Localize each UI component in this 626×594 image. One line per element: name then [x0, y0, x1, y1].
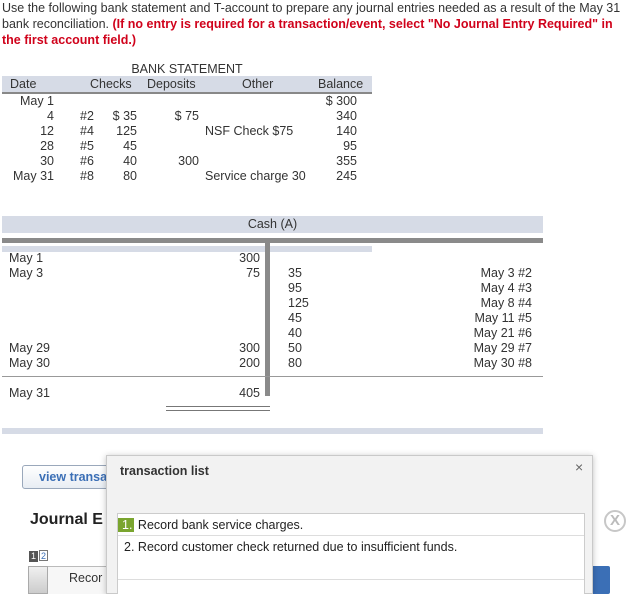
- transaction-list-popup: transaction list × 1. Record bank servic…: [106, 455, 593, 594]
- row-check-number: #4: [80, 124, 94, 138]
- transaction-item-1[interactable]: 1. Record bank service charges.: [118, 514, 584, 536]
- credit-amount: 35: [288, 266, 302, 280]
- t-account-title: Cash (A): [2, 216, 543, 233]
- page-2-button[interactable]: 2: [39, 550, 48, 561]
- row-check-number: #6: [80, 154, 94, 168]
- t-account-top-bar: [2, 238, 543, 243]
- row-deposit: $ 75: [174, 109, 199, 123]
- t-account-double-line-2: [166, 410, 270, 411]
- credit-reference: May 3 #2: [480, 266, 532, 280]
- row-check-amount: 40: [123, 154, 137, 168]
- close-panel-icon[interactable]: X: [604, 510, 626, 532]
- bank-statement: BANK STATEMENT Date Checks Deposits Othe…: [2, 62, 372, 252]
- header-checks: Checks: [90, 77, 132, 91]
- t-account-footer-band: [2, 428, 543, 434]
- credit-reference: May 30 #8: [473, 356, 532, 370]
- row-date: 12: [40, 124, 54, 138]
- row-check-amount: $ 35: [112, 109, 137, 123]
- bank-statement-title: BANK STATEMENT: [131, 62, 243, 76]
- row-check-amount: 125: [116, 124, 137, 138]
- credit-amount: 125: [288, 296, 309, 310]
- instructions: Use the following bank statement and T-a…: [2, 0, 622, 48]
- debit-amount: 405: [239, 386, 260, 400]
- debit-amount: 200: [239, 356, 260, 370]
- row-balance: $ 300: [325, 94, 357, 108]
- item-2-text: Record customer check returned due to in…: [137, 540, 458, 554]
- row-check-amount: 45: [123, 139, 137, 153]
- credit-amount: 40: [288, 326, 302, 340]
- row-date: 28: [40, 139, 54, 153]
- row-check-number: #2: [80, 109, 94, 123]
- row-date: May 1: [19, 94, 54, 108]
- row-check-number: #8: [80, 169, 94, 183]
- credit-reference: May 21 #6: [473, 326, 532, 340]
- row-other: Service charge 30: [205, 169, 306, 183]
- t-account-total-line: [2, 376, 543, 377]
- debit-date: May 29: [9, 341, 50, 355]
- bank-header-divider: [2, 92, 372, 94]
- pager: 12: [29, 546, 49, 564]
- credit-reference: May 29 #7: [473, 341, 532, 355]
- header-other: Other: [242, 77, 274, 91]
- header-date: Date: [10, 77, 37, 91]
- credit-reference: May 11 #5: [474, 311, 532, 325]
- item-2-number: 2.: [124, 540, 135, 554]
- journal-entry-title: Journal E: [30, 511, 103, 528]
- credit-amount: 80: [288, 356, 302, 370]
- cash-t-account: Cash (A) May 1 300 May 3 75 May 29 300 May 30 2…: [2, 216, 543, 434]
- t-account-double-line: [166, 406, 270, 407]
- header-balance: Balance: [318, 77, 364, 91]
- page-1-button[interactable]: 1: [29, 551, 38, 562]
- debit-amount: 300: [239, 251, 260, 265]
- debit-date: May 1: [9, 251, 44, 265]
- t-account-vertical-bar: [265, 243, 270, 396]
- item-1-number: 1.: [118, 518, 135, 532]
- credit-amount: 45: [288, 311, 302, 325]
- debit-date: May 30: [9, 356, 50, 370]
- debit-amount: 300: [239, 341, 260, 355]
- row-date: May 31: [13, 169, 54, 183]
- row-check-amount: 80: [123, 169, 137, 183]
- row-balance: 140: [336, 124, 357, 138]
- prev-arrow-button[interactable]: [28, 566, 48, 594]
- debit-date: May 31: [9, 386, 50, 400]
- next-arrow-button[interactable]: [590, 566, 610, 594]
- credit-reference: May 8 #4: [480, 296, 532, 310]
- row-balance: 95: [343, 139, 357, 153]
- row-deposit: 300: [178, 154, 199, 168]
- row-balance: 340: [336, 109, 357, 123]
- row-check-number: #5: [80, 139, 94, 153]
- row-balance: 245: [336, 169, 357, 183]
- row-other: NSF Check $75: [205, 124, 294, 138]
- credit-amount: 95: [288, 281, 302, 295]
- transaction-list: 1. Record bank service charges. 2. Recor…: [117, 513, 585, 594]
- transaction-item-2[interactable]: 2. Record customer check returned due to…: [118, 536, 584, 580]
- popup-title: transaction list: [120, 464, 209, 478]
- debit-date: May 3: [9, 266, 44, 280]
- item-1-text: Record bank service charges.: [137, 518, 304, 532]
- row-date: 30: [40, 154, 54, 168]
- credit-amount: 50: [288, 341, 302, 355]
- credit-reference: May 4 #3: [480, 281, 532, 295]
- popup-close-icon[interactable]: ×: [575, 459, 583, 475]
- row-balance: 355: [336, 154, 357, 168]
- row-date: 4: [47, 109, 54, 123]
- header-deposits: Deposits: [147, 77, 196, 91]
- debit-amount: 75: [246, 266, 260, 280]
